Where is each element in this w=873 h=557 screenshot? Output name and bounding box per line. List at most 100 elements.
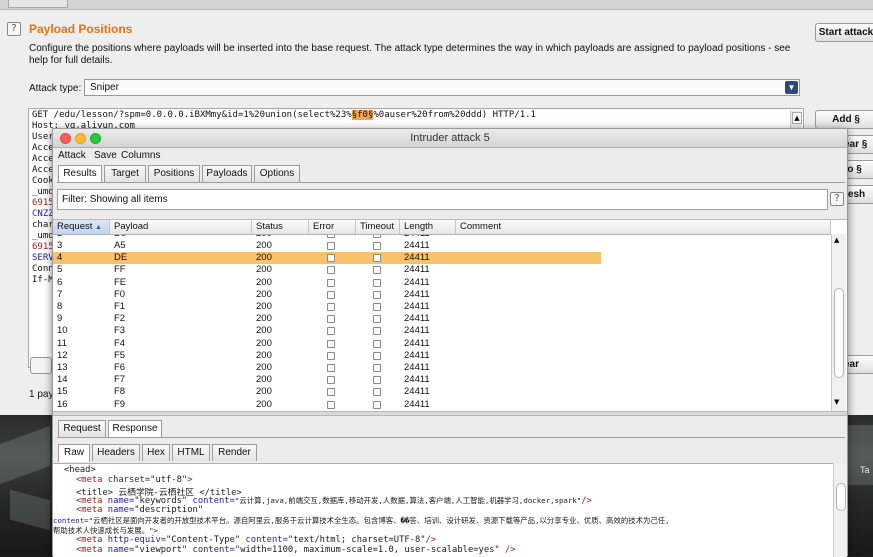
tab-raw[interactable]: Raw [58, 444, 90, 462]
error-checkbox [327, 364, 335, 372]
col-timeout[interactable]: Timeout [356, 220, 400, 235]
cell-status: 200 [256, 337, 272, 349]
window-titlebar[interactable]: Intruder attack 5 [53, 129, 847, 148]
attack-type-select[interactable]: Sniper ▼ [84, 79, 800, 96]
cell-request: 12 [57, 349, 68, 361]
timeout-checkbox [373, 278, 381, 287]
menu-columns[interactable]: Columns [121, 150, 160, 161]
cell-length: 24411 [404, 325, 430, 337]
timeout-checkbox [373, 376, 381, 385]
filter-bar[interactable]: Filter: Showing all items [57, 189, 828, 210]
cell-request: 15 [57, 386, 68, 398]
add-marker-button[interactable]: Add § [815, 110, 873, 129]
table-row[interactable]: 13 F6 200 24411 [53, 362, 601, 374]
scroll-up-icon[interactable]: ▲ [792, 112, 802, 124]
col-error[interactable]: Error [309, 220, 356, 235]
tab-target[interactable]: Target [104, 165, 146, 182]
top-tab-strip [0, 0, 873, 10]
cell-length: 24411 [404, 252, 430, 264]
col-comment[interactable]: Comment [456, 220, 831, 235]
tab-hex[interactable]: Hex [142, 444, 170, 461]
code-line: <meta charset="utf-8"> [76, 475, 193, 485]
request-header-line: CNZZ [32, 209, 54, 219]
top-tab-stub[interactable] [8, 0, 68, 8]
table-row[interactable]: 15 F8 200 24411 [53, 386, 601, 398]
col-length[interactable]: Length [400, 220, 456, 235]
cell-payload: DE [114, 252, 128, 264]
tab-positions[interactable]: Positions [148, 165, 200, 182]
request-header-line: _umd [32, 187, 54, 197]
tab-request[interactable]: Request [58, 420, 106, 437]
tab-render[interactable]: Render [212, 444, 257, 461]
cell-request: 3 [57, 240, 63, 251]
cell-length: 24411 [404, 362, 430, 373]
request-header-line: 6915 [32, 242, 54, 252]
col-status[interactable]: Status [252, 220, 309, 235]
table-row[interactable]: 3 A5 200 24411 [53, 240, 601, 252]
menu-save[interactable]: Save [94, 150, 117, 161]
split-divider[interactable] [53, 411, 847, 416]
timeout-checkbox [373, 242, 381, 250]
table-scrollbar[interactable]: ▲ ▼ [831, 234, 846, 411]
table-row[interactable]: 16 F9 200 24411 [53, 399, 601, 411]
tab-headers[interactable]: Headers [92, 444, 140, 461]
tab-html[interactable]: HTML [172, 444, 210, 461]
table-row[interactable]: 8 F1 200 24411 [53, 301, 601, 313]
tab-options[interactable]: Options [254, 165, 300, 182]
table-row[interactable]: 9 F2 200 24411 [53, 313, 601, 325]
tab-payloads[interactable]: Payloads [202, 165, 252, 182]
start-attack-button[interactable]: Start attack [815, 23, 873, 42]
request-header-line: Acce [32, 143, 54, 153]
cell-status: 200 [256, 386, 272, 398]
col-payload[interactable]: Payload [110, 220, 252, 235]
cell-status: 200 [256, 240, 272, 251]
col-request[interactable]: Request ▲ [53, 220, 110, 235]
table-row[interactable]: 11 F4 200 24411 [53, 338, 601, 350]
request-header-line: Cook [32, 176, 54, 186]
table-row[interactable]: 14 F7 200 24411 [53, 374, 601, 386]
cell-payload: F8 [114, 386, 126, 398]
table-row[interactable]: 12 F5 200 24411 [53, 350, 601, 362]
help-icon[interactable]: ? [7, 22, 21, 36]
tab-divider [57, 182, 845, 183]
response-viewer[interactable]: <head> <meta charset="utf-8"> <title> 云栖… [53, 463, 847, 557]
cell-payload: F5 [114, 349, 126, 361]
timeout-checkbox [373, 266, 381, 275]
cell-status: 200 [256, 398, 272, 410]
detail-tab-divider [57, 437, 845, 438]
cell-request: 16 [57, 398, 68, 410]
error-checkbox [327, 254, 335, 263]
tab-response[interactable]: Response [108, 420, 162, 438]
cell-payload: F3 [114, 325, 126, 337]
cell-length: 24411 [404, 264, 430, 276]
cell-payload: F6 [114, 362, 126, 373]
timeout-checkbox [373, 327, 381, 336]
timeout-checkbox [373, 254, 381, 263]
scroll-down-icon[interactable]: ▼ [834, 398, 839, 406]
table-row[interactable]: 5 FF 200 24411 [53, 264, 601, 276]
cell-request: 11 [57, 337, 67, 349]
table-row[interactable]: 6 FE 200 24411 [53, 277, 601, 289]
table-row[interactable]: 7 F0 200 24411 [53, 289, 601, 301]
editor-option-button[interactable] [30, 357, 52, 374]
error-checkbox [327, 290, 335, 299]
table-row[interactable]: 10 F3 200 24411 [53, 325, 601, 337]
menu-bar: Attack Save Columns [53, 148, 847, 163]
timeout-checkbox [373, 351, 381, 360]
detail-tabs: Request Response [57, 420, 257, 438]
code-line: <meta http-equiv="Content-Type" content=… [76, 535, 437, 545]
error-checkbox [327, 351, 335, 360]
table-row[interactable]: 4 DE 200 24411 [53, 252, 601, 265]
response-scrollbar[interactable] [833, 463, 847, 557]
scroll-up-icon[interactable]: ▲ [834, 236, 839, 244]
filter-help-icon[interactable]: ? [830, 192, 844, 206]
tab-results[interactable]: Results [58, 165, 102, 183]
scroll-thumb[interactable] [834, 288, 844, 378]
menu-attack[interactable]: Attack [58, 150, 86, 161]
error-checkbox [327, 327, 335, 336]
cell-length: 24411 [404, 386, 430, 398]
cell-length: 24411 [404, 288, 430, 300]
cell-status: 200 [256, 276, 272, 288]
cell-request: 9 [57, 313, 63, 325]
scroll-thumb[interactable] [836, 483, 846, 511]
